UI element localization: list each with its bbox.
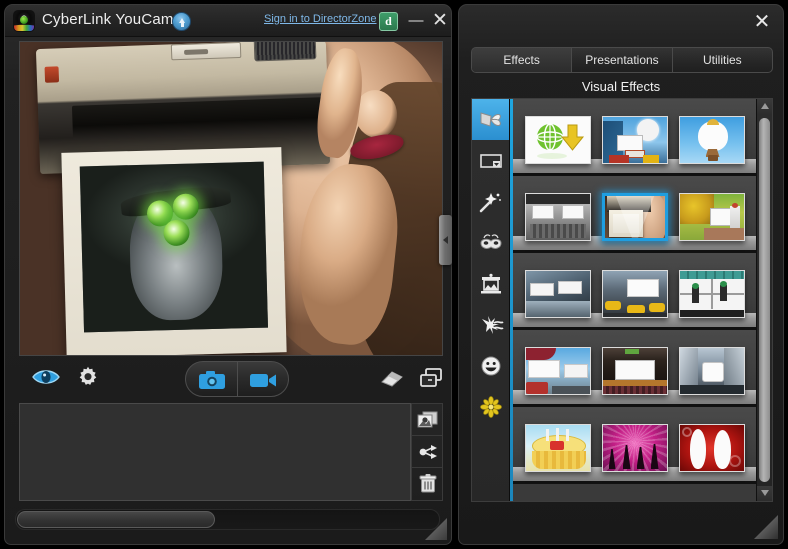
webcam-scene (20, 42, 442, 355)
category-gadgets[interactable] (472, 386, 509, 427)
capture-photo-button[interactable] (186, 362, 237, 396)
effects-vertical-scrollbar[interactable] (756, 99, 772, 501)
share-icon[interactable] (412, 436, 442, 468)
category-frames[interactable] (472, 140, 509, 181)
directorzone-badge-label: d (385, 14, 392, 28)
tab-utilities[interactable]: Utilities (671, 48, 772, 72)
scroll-up-arrow-icon[interactable] (757, 99, 772, 114)
scroll-down-arrow-icon[interactable] (757, 486, 772, 501)
spotlight-beam (614, 196, 655, 238)
thumb-window-washers-frame[interactable] (678, 270, 745, 318)
signin-directorzone-link[interactable]: Sign in to DirectorZone (264, 13, 377, 25)
effects-row-thumbs (513, 106, 756, 164)
effects-close-button[interactable]: ✕ (751, 12, 773, 33)
category-distortions[interactable] (472, 222, 509, 263)
effects-row-thumbs (513, 337, 756, 395)
thumb-billboard-sky-frame[interactable] (601, 116, 668, 164)
thumb-autumn-billboard-frame[interactable] (678, 193, 745, 241)
effects-row-thumbs (513, 414, 756, 472)
effects-row (513, 176, 756, 253)
thumb-taxi-street-frame[interactable] (601, 270, 668, 318)
smiley-icon (481, 356, 500, 375)
trash-icon[interactable] (412, 468, 442, 500)
webcam-preview[interactable] (19, 41, 443, 356)
butterfly-icon (480, 111, 501, 127)
thumb-birthday-cake-frame[interactable] (524, 424, 591, 472)
thumb-download-more-effects[interactable] (524, 116, 591, 164)
thumb-instant-camera-frame[interactable] (601, 193, 668, 241)
effects-row (513, 407, 756, 484)
thumb-subway-platform-frame[interactable] (524, 270, 591, 318)
tab-effects-label: Effects (503, 53, 540, 67)
thumb-hot-air-balloon-frame[interactable] (678, 116, 745, 164)
camera-viewfinder (170, 42, 242, 61)
category-emotions[interactable] (472, 345, 509, 386)
thumb-romance-frame[interactable] (678, 424, 745, 472)
youcam-main-window: CyberLink YouCam Sign in to DirectorZone… (4, 4, 452, 545)
frame-icon (479, 153, 502, 168)
media-tray-actions (411, 403, 443, 501)
tray-scrollbar-thumb[interactable] (17, 511, 215, 528)
capture-button-group (185, 361, 289, 397)
mask-icon (479, 233, 502, 249)
section-title: Visual Effects (581, 79, 661, 94)
thumb-times-square-frame[interactable] (678, 347, 745, 395)
panel-collapse-handle[interactable] (439, 215, 452, 265)
category-filters[interactable] (472, 304, 509, 345)
tab-presentations-label: Presentations (585, 53, 659, 67)
thumb-piccadilly-frame[interactable] (524, 347, 591, 395)
camera-shutter-button (44, 66, 60, 83)
category-scenes[interactable] (472, 263, 509, 304)
thumb-station-bw-frame[interactable] (524, 193, 591, 241)
magic-wand-icon (479, 192, 501, 212)
photo-import-icon[interactable] (412, 404, 442, 436)
resize-grip[interactable] (754, 515, 778, 539)
thumb-party-dancers-frame[interactable] (601, 424, 668, 472)
app-screen: CyberLink YouCam Sign in to DirectorZone… (0, 0, 788, 549)
minimize-button[interactable]: — (405, 13, 427, 31)
effects-tab-bar: Effects Presentations Utilities (471, 47, 773, 73)
theater-icon (480, 273, 501, 293)
youcam-logo-icon (13, 10, 35, 32)
media-tray[interactable] (19, 403, 411, 501)
flower-icon (479, 395, 502, 418)
tray-horizontal-scrollbar[interactable] (15, 509, 440, 530)
tab-presentations[interactable]: Presentations (571, 48, 671, 72)
directorzone-badge-button[interactable]: d (379, 12, 398, 31)
printed-photo-image (79, 161, 268, 333)
app-title: CyberLink YouCam (42, 11, 174, 28)
effects-panel-window: ✕ Effects Presentations Utilities Visual… (458, 4, 784, 545)
effects-row-thumbs (513, 183, 756, 241)
gear-icon[interactable] (77, 366, 99, 388)
category-all-effects[interactable] (472, 99, 509, 140)
effects-row (513, 253, 756, 330)
effects-row (513, 99, 756, 176)
category-rail (472, 99, 510, 501)
record-video-button[interactable] (236, 362, 289, 396)
effects-shelf-area (513, 99, 756, 501)
titlebar: CyberLink YouCam Sign in to DirectorZone… (5, 5, 451, 37)
effects-row-thumbs (513, 260, 756, 318)
effects-scrollbar-thumb[interactable] (759, 118, 770, 482)
eraser-icon[interactable] (379, 369, 405, 387)
upload-arrow-icon[interactable] (172, 12, 191, 31)
splash-icon (481, 315, 504, 334)
printed-photo (61, 147, 287, 355)
thumb-cinema-stage-frame[interactable] (601, 347, 668, 395)
tab-effects[interactable]: Effects (472, 48, 572, 72)
close-button[interactable]: ✕ (429, 11, 451, 31)
effects-row (513, 330, 756, 407)
eye-icon[interactable] (31, 367, 61, 387)
camera-print-slot (71, 97, 323, 140)
camera-dial (253, 42, 317, 62)
category-particles[interactable] (472, 181, 509, 222)
control-toolbar (19, 361, 443, 399)
tab-utilities-label: Utilities (702, 53, 742, 67)
effects-body (471, 98, 773, 502)
dual-window-icon[interactable] (419, 367, 443, 389)
